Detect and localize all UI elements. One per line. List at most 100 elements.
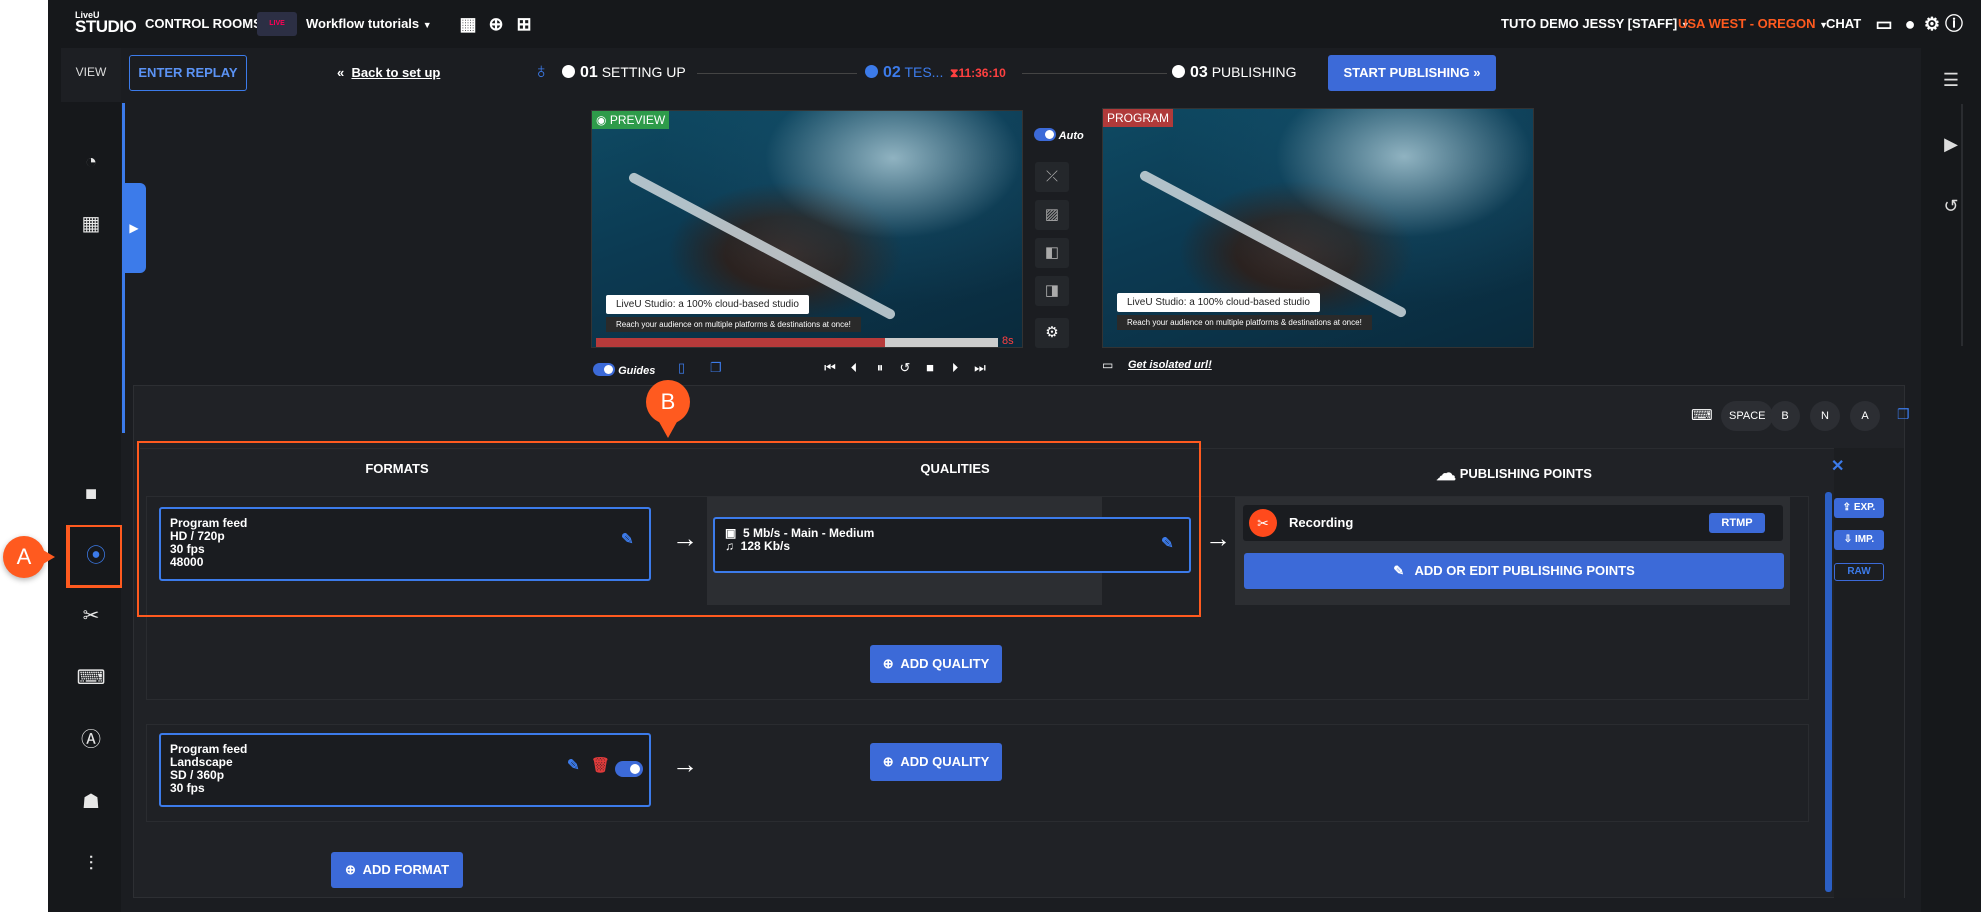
next-icon[interactable]: ⏵	[947, 360, 963, 376]
back-to-setup-link[interactable]: « Back to set up	[337, 65, 440, 80]
scissors-icon[interactable]: ✂	[71, 596, 111, 636]
keyboard-icon[interactable]: ⌨	[71, 658, 111, 698]
raw-button[interactable]: RAW	[1834, 563, 1884, 581]
step-testing[interactable]: 02 TES...	[865, 64, 943, 82]
format2-name: Program feed	[170, 742, 248, 756]
sliders-icon[interactable]: ⫶	[71, 844, 111, 884]
enter-replay-button[interactable]: ENTER REPLAY	[129, 55, 247, 91]
preview-monitor[interactable]: ◉ PREVIEW LiveU Studio: a 100% cloud-bas…	[591, 110, 1023, 348]
mix-transition-icon[interactable]: ▨	[1035, 200, 1069, 230]
right-sidebar: ☰ ▶ ↺	[1921, 48, 1981, 912]
view-label: VIEW	[61, 48, 121, 102]
step-setting-up[interactable]: 01 SETTING UP	[562, 64, 686, 82]
workflow-selector[interactable]: Workflow tutorials ▼	[306, 16, 432, 31]
step-publishing[interactable]: 03 PUBLISHING	[1172, 64, 1297, 82]
user-icon[interactable]: ●	[1899, 13, 1921, 35]
step2-label: TES...	[904, 64, 944, 80]
previous-icon[interactable]: ⏴	[846, 360, 862, 376]
skip-start-icon[interactable]: ⏮	[822, 360, 838, 376]
media-icon[interactable]: ▶	[1939, 132, 1963, 156]
isolated-url-link[interactable]: Get isolated url!	[1128, 359, 1212, 371]
chat-link[interactable]: CHAT	[1826, 16, 1861, 31]
cut-transition-icon[interactable]: ⤫	[1035, 162, 1069, 192]
expand-panel-button[interactable]: ▶	[122, 183, 146, 273]
undo-icon[interactable]: ↺	[1939, 194, 1963, 218]
import-button[interactable]: ⇩ IMP.	[1834, 530, 1884, 550]
guides-toggle[interactable]: Guides	[593, 363, 655, 377]
control-rooms-link[interactable]: CONTROL ROOMS	[145, 16, 262, 31]
mobile-icon[interactable]: ▯	[678, 360, 685, 376]
camera-icon[interactable]: ■	[71, 474, 111, 514]
key-n[interactable]: N	[1810, 401, 1840, 431]
add-quality-button[interactable]: ⊕ ADD QUALITY	[870, 743, 1002, 781]
dashboard-icon[interactable]: ◔	[71, 142, 111, 182]
chat-icon[interactable]: ▭	[1873, 13, 1895, 35]
wipe-transition-icon[interactable]: ◧	[1035, 238, 1069, 268]
add-edit-publishing-button[interactable]: ✎ ADD OR EDIT PUBLISHING POINTS	[1244, 553, 1784, 589]
layout-icon[interactable]: ⊞	[513, 13, 535, 35]
close-icon[interactable]: ✕	[1831, 456, 1844, 476]
region-selector[interactable]: USA WEST - OREGON ▼	[1678, 16, 1828, 31]
user-name: TUTO DEMO JESSY [STAFF]	[1501, 16, 1678, 31]
region-name: USA WEST - OREGON	[1678, 16, 1816, 31]
replay-icon[interactable]: ↺	[897, 360, 913, 376]
stinger-transition-icon[interactable]: ◨	[1035, 276, 1069, 306]
add-quality-label: ADD QUALITY	[900, 754, 990, 769]
publishing-label: PUBLISHING POINTS	[1459, 466, 1592, 481]
transition-settings-icon[interactable]: ⚙	[1035, 318, 1069, 348]
cloud-upload-icon: ☁	[1436, 463, 1457, 485]
timer-value: 11:36:10	[958, 66, 1006, 80]
text-icon[interactable]: Ⓐ	[71, 720, 111, 760]
program-caption-subtitle: Reach your audience on multiple platform…	[1117, 315, 1372, 330]
program-monitor[interactable]: PROGRAM LiveU Studio: a 100% cloud-based…	[1102, 108, 1534, 348]
add-format-button[interactable]: ⊕ ADD FORMAT	[331, 852, 463, 888]
lightbulb-icon[interactable]: ♁	[533, 58, 550, 84]
plus-circle-icon: ⊕	[344, 862, 356, 877]
user-menu[interactable]: TUTO DEMO JESSY [STAFF] ▼	[1501, 16, 1690, 31]
info-icon[interactable]: ⓘ	[1943, 13, 1965, 35]
trash-icon[interactable]: 🗑	[591, 758, 610, 773]
edit-format-icon[interactable]: ✎	[567, 758, 580, 773]
app-window: LiveU STUDIO CONTROL ROOMS LIVE Workflow…	[61, 0, 1981, 912]
auto-toggle[interactable]: Auto	[1034, 128, 1084, 142]
panel-scrollbar[interactable]	[1825, 492, 1832, 892]
format-enable-toggle[interactable]	[615, 761, 643, 777]
preview-tag: ◉ PREVIEW	[592, 111, 670, 129]
vu-meter	[1961, 104, 1963, 346]
start-label: START PUBLISHING	[1343, 65, 1470, 80]
app-logo[interactable]: LiveU STUDIO	[75, 10, 137, 35]
format-card-2[interactable]: Program feed Landscape SD / 360p 30 fps …	[159, 733, 651, 807]
keyboard-icon[interactable]: ⌨	[1691, 406, 1713, 424]
double-chevron-right-icon: »	[1473, 65, 1481, 80]
step2-number: 02	[883, 64, 901, 81]
export-button[interactable]: ⇪ EXP.	[1834, 498, 1884, 518]
grid-icon[interactable]: ▦	[71, 204, 111, 244]
skip-end-icon[interactable]: ⏭	[972, 360, 988, 376]
format2-fps: 30 fps	[170, 781, 205, 795]
export-label: EXP.	[1853, 502, 1876, 513]
stop-icon[interactable]: ■	[922, 360, 938, 375]
key-b[interactable]: B	[1770, 401, 1800, 431]
start-publishing-button[interactable]: START PUBLISHING »	[1328, 55, 1496, 91]
preview-progress-fill	[596, 338, 886, 347]
key-a[interactable]: A	[1850, 401, 1880, 431]
pp-recording-item[interactable]: ✂ Recording RTMP	[1243, 505, 1783, 541]
program-tag: PROGRAM	[1103, 109, 1174, 127]
key-space[interactable]: SPACE	[1721, 401, 1774, 431]
gear-icon[interactable]: ⚙	[1921, 13, 1943, 35]
users-icon[interactable]: ☗	[71, 782, 111, 822]
list-icon[interactable]: ☰	[1939, 68, 1963, 92]
format-row-2: Program feed Landscape SD / 360p 30 fps …	[146, 724, 1809, 822]
workflow-thumbnail: LIVE	[257, 12, 297, 36]
timer: ⧗11:36:10	[950, 66, 1006, 81]
highlight-box-b	[137, 441, 1201, 617]
calendar-icon[interactable]: ▦	[457, 13, 479, 35]
support-icon[interactable]: ⊕	[485, 13, 507, 35]
layers-icon[interactable]: ❐	[710, 360, 722, 376]
pause-icon[interactable]: ⏸	[872, 360, 888, 376]
add-quality-button[interactable]: ⊕ ADD QUALITY	[870, 645, 1002, 683]
caret-right-icon: ▶	[129, 221, 139, 235]
copy-icon[interactable]: ❐	[1897, 406, 1910, 423]
add-format-label: ADD FORMAT	[362, 862, 450, 877]
step-dot	[562, 65, 575, 78]
